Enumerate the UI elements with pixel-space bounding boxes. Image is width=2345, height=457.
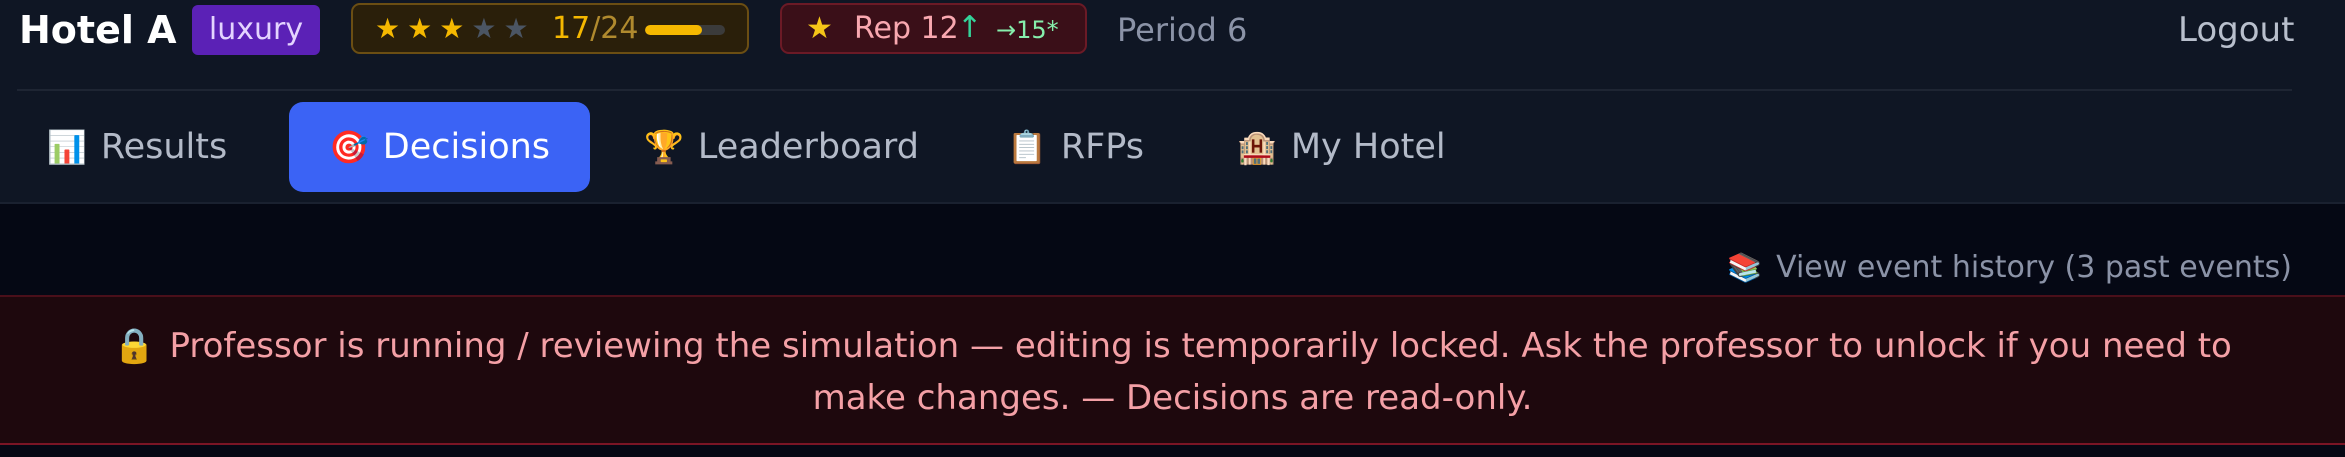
star-empty-icon: ★	[503, 12, 529, 45]
header-divider	[17, 89, 2292, 91]
tab-decisions[interactable]: 🎯 Decisions	[289, 102, 590, 192]
star-score: 17/24	[552, 12, 638, 46]
star-rating: ★ ★ ★ ★ ★	[375, 12, 529, 46]
app-header: Hotel A luxury ★ ★ ★ ★ ★ 17/24 ★ Rep 12 …	[0, 0, 2345, 202]
bar-chart-icon: 📊	[47, 128, 87, 166]
star-icon: ★	[439, 12, 465, 45]
star-score-current: 17	[552, 11, 591, 46]
star-icon: ★	[407, 12, 433, 45]
period-indicator: Period 6	[1117, 11, 1248, 49]
clipboard-icon: 📋	[1007, 128, 1047, 166]
lock-message-text: Professor is running / reviewing the sim…	[169, 326, 2232, 418]
reputation-label: Rep 12	[854, 11, 959, 46]
star-progress-bar	[645, 25, 725, 35]
tab-label: RFPs	[1060, 127, 1145, 167]
target-icon: 🎯	[328, 128, 369, 166]
star-icon: ★	[806, 11, 833, 46]
hotel-icon: 🏨	[1237, 128, 1277, 166]
content-divider	[0, 202, 2345, 204]
reputation-target: →15*	[996, 16, 1059, 44]
event-history-link[interactable]: 📚 View event history (3 past events)	[1727, 248, 2292, 288]
star-score-max: 24	[600, 11, 639, 46]
tab-results[interactable]: 📊 Results	[47, 102, 257, 192]
tab-label: Leaderboard	[697, 127, 919, 167]
tab-my-hotel[interactable]: 🏨 My Hotel	[1237, 102, 1467, 192]
event-history-label: View event history (3 past events)	[1776, 250, 2292, 285]
reputation-box: ★ Rep 12 ↑ →15*	[780, 3, 1087, 54]
trophy-icon: 🏆	[644, 128, 684, 166]
tab-label: Results	[100, 127, 228, 167]
tab-leaderboard[interactable]: 🏆 Leaderboard	[644, 102, 944, 192]
star-score-separator: /	[590, 11, 601, 46]
top-bar: Hotel A luxury ★ ★ ★ ★ ★ 17/24 ★ Rep 12 …	[0, 0, 2345, 62]
star-rating-box: ★ ★ ★ ★ ★ 17/24	[351, 3, 749, 54]
hotel-class-badge: luxury	[192, 5, 320, 55]
hotel-name: Hotel A	[19, 8, 177, 52]
logout-button[interactable]: Logout	[2178, 4, 2294, 56]
tab-label: My Hotel	[1290, 127, 1446, 167]
lock-banner: 🔒 Professor is running / reviewing the si…	[0, 295, 2345, 445]
nav-tabs: 📊 Results 🎯 Decisions 🏆 Leaderboard 📋 RF…	[0, 102, 2345, 194]
star-icon: ★	[375, 12, 401, 45]
lock-message: 🔒 Professor is running / reviewing the si…	[80, 320, 2265, 424]
arrow-up-icon: ↑	[957, 10, 983, 45]
tab-label: Decisions	[382, 127, 551, 167]
star-progress-fill	[645, 25, 702, 35]
lock-icon: 🔒	[113, 326, 156, 366]
books-icon: 📚	[1727, 251, 1763, 284]
star-empty-icon: ★	[471, 12, 497, 45]
tab-rfps[interactable]: 📋 RFPs	[1007, 102, 1187, 192]
